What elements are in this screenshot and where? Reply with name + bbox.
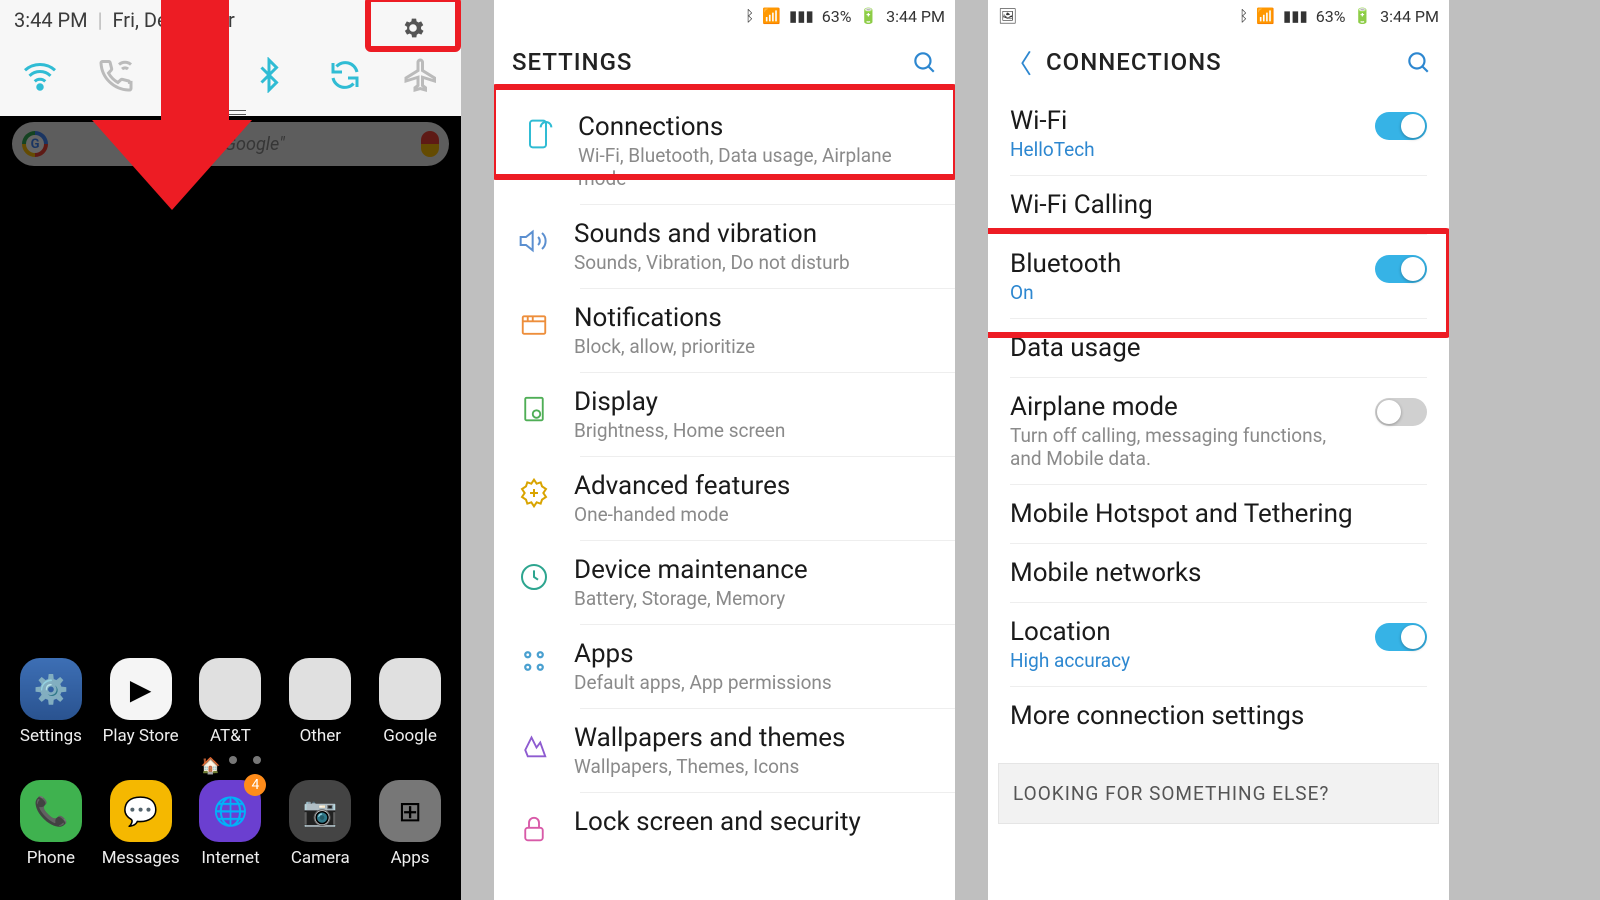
panel-notification-shade: 3:44 PM | Fri, December "Hey Google" ⚙️S… — [0, 0, 461, 900]
battery-icon: 🔋 — [859, 7, 878, 25]
wifi-status-icon: 📶 — [762, 7, 781, 25]
bluetooth-icon — [251, 57, 287, 93]
row-lockscreen[interactable]: Lock screen and security — [494, 793, 955, 861]
back-button[interactable]: 〈 — [1006, 44, 1032, 81]
row-mobilenet[interactable]: Mobile networks — [988, 544, 1449, 602]
connections-list: Wi-FiHelloTech Wi-Fi Calling BluetoothOn… — [988, 92, 1449, 824]
wificall-icon — [98, 57, 134, 93]
row-advanced[interactable]: Advanced featuresOne-handed mode — [494, 457, 955, 540]
row-wifi[interactable]: Wi-FiHelloTech — [988, 92, 1449, 175]
panel-settings: ᛒ 📶 ▮▮▮ 63% 🔋 3:44 PM SETTINGS Connectio… — [494, 0, 955, 900]
search-icon[interactable] — [911, 49, 937, 75]
apps-icon — [516, 643, 552, 679]
battery-pct: 63% — [822, 7, 852, 26]
signal-status-icon: ▮▮▮ — [789, 7, 814, 25]
sound-icon — [516, 223, 552, 259]
home-dock: ⚙️Settings ▶Play Store AT&T Other Google… — [0, 648, 461, 900]
status-time: 3:44 PM — [886, 7, 945, 26]
wifi-toggle[interactable] — [1375, 112, 1427, 140]
qs-airplane[interactable] — [396, 50, 446, 100]
app-apps[interactable]: ⊞Apps — [370, 780, 450, 868]
rotate-icon — [327, 57, 363, 93]
app-other[interactable]: Other — [280, 658, 360, 746]
wifi-icon — [22, 57, 58, 93]
battery-pct: 63% — [1316, 7, 1346, 26]
app-att[interactable]: AT&T — [190, 658, 270, 746]
settings-header: SETTINGS — [494, 32, 955, 92]
lock-icon — [516, 811, 552, 847]
status-bar: 🖼 ᛒ 📶 ▮▮▮ 63% 🔋 3:44 PM — [988, 0, 1449, 32]
highlight-gear — [365, 0, 461, 52]
footer-hint: LOOKING FOR SOMETHING ELSE? — [998, 763, 1439, 824]
bluetooth-status-icon: ᛒ — [1239, 7, 1248, 25]
row-airplane[interactable]: Airplane modeTurn off calling, messaging… — [988, 378, 1449, 484]
qs-rotate[interactable] — [320, 50, 370, 100]
page-indicator: 🏠 — [6, 756, 455, 768]
app-playstore[interactable]: ▶Play Store — [101, 658, 181, 746]
status-time: 3:44 PM — [1380, 7, 1439, 26]
notif-badge: 4 — [244, 774, 266, 796]
wallpapers-icon — [516, 727, 552, 763]
bluetooth-status-icon: ᛒ — [745, 7, 754, 25]
row-location[interactable]: LocationHigh accuracy — [988, 603, 1449, 686]
highlight-connections — [494, 84, 955, 180]
screenshot-status-icon: 🖼 — [998, 7, 1017, 25]
row-hotspot[interactable]: Mobile Hotspot and Tethering — [988, 485, 1449, 543]
qs-wifi[interactable] — [15, 50, 65, 100]
home-icon: 🏠 — [201, 756, 213, 768]
display-icon — [516, 391, 552, 427]
status-bar: ᛒ 📶 ▮▮▮ 63% 🔋 3:44 PM — [494, 0, 955, 32]
app-row-1: ⚙️Settings ▶Play Store AT&T Other Google — [6, 658, 455, 746]
row-device-maint[interactable]: Device maintenanceBattery, Storage, Memo… — [494, 541, 955, 624]
settings-list: ConnectionsWi-Fi, Bluetooth, Data usage,… — [494, 98, 955, 861]
row-display[interactable]: DisplayBrightness, Home screen — [494, 373, 955, 456]
signal-status-icon: ▮▮▮ — [1283, 7, 1308, 25]
notifications-icon — [516, 307, 552, 343]
row-apps[interactable]: AppsDefault apps, App permissions — [494, 625, 955, 708]
app-messages[interactable]: 💬Messages — [101, 780, 181, 868]
connections-header: 〈 CONNECTIONS — [988, 32, 1449, 92]
page-title: CONNECTIONS — [1046, 48, 1222, 76]
row-notifications[interactable]: NotificationsBlock, allow, prioritize — [494, 289, 955, 372]
page-title: SETTINGS — [512, 48, 632, 76]
app-phone[interactable]: 📞Phone — [11, 780, 91, 868]
app-settings[interactable]: ⚙️Settings — [11, 658, 91, 746]
clock-time: 3:44 PM — [14, 8, 88, 32]
annotation-arrow — [138, 0, 252, 210]
row-wallpapers[interactable]: Wallpapers and themesWallpapers, Themes,… — [494, 709, 955, 792]
row-sounds[interactable]: Sounds and vibrationSounds, Vibration, D… — [494, 205, 955, 288]
row-more[interactable]: More connection settings — [988, 687, 1449, 745]
app-google[interactable]: Google — [370, 658, 450, 746]
app-row-2: 📞Phone 💬Messages 🌐4Internet 📷Camera ⊞App… — [6, 780, 455, 868]
airplane-icon — [403, 57, 439, 93]
qs-wificall[interactable] — [91, 50, 141, 100]
search-icon[interactable] — [1405, 49, 1431, 75]
wifi-status-icon: 📶 — [1256, 7, 1275, 25]
advanced-icon — [516, 475, 552, 511]
app-camera[interactable]: 📷Camera — [280, 780, 360, 868]
airplane-toggle[interactable] — [1375, 398, 1427, 426]
location-toggle[interactable] — [1375, 623, 1427, 651]
battery-icon: 🔋 — [1353, 7, 1372, 25]
row-wificalling[interactable]: Wi-Fi Calling — [988, 176, 1449, 234]
panel-connections: 🖼 ᛒ 📶 ▮▮▮ 63% 🔋 3:44 PM 〈 CONNECTIONS Wi… — [988, 0, 1449, 900]
highlight-bluetooth — [988, 228, 1449, 338]
app-internet[interactable]: 🌐4Internet — [190, 780, 270, 868]
device-maint-icon — [516, 559, 552, 595]
